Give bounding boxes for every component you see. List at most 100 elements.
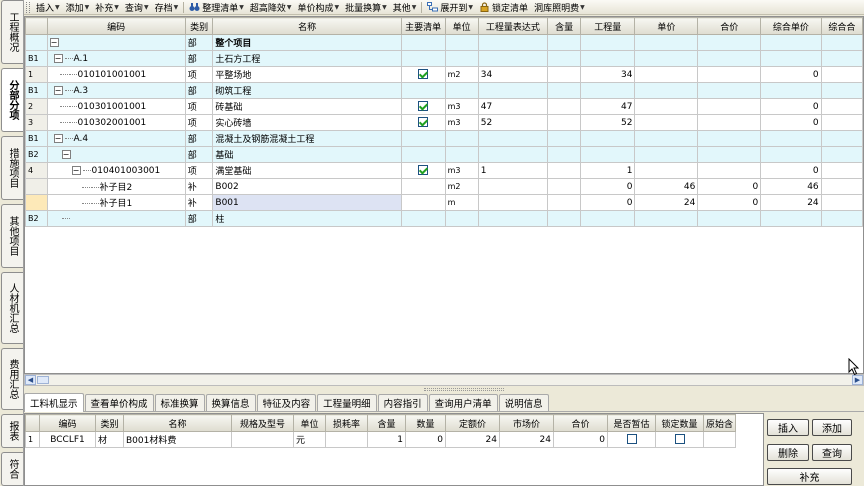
cell-name[interactable]: 混凝土及钢筋混凝土工程 [212, 130, 402, 147]
cell-qty[interactable]: 1 [580, 162, 636, 179]
column-header[interactable]: 类别 [95, 414, 124, 432]
cell-total[interactable] [697, 146, 762, 163]
table-row[interactable]: − 部 整个项目 [25, 34, 863, 51]
cell-cat[interactable]: 项 [184, 98, 214, 115]
bottom-tab-3[interactable]: 换算信息 [205, 394, 256, 411]
toolbar-button-8[interactable]: 批量换算 ▼ [342, 1, 390, 14]
cell-rn[interactable]: 3 [25, 114, 48, 131]
cell-cat[interactable]: 部 [184, 210, 214, 227]
cell-price[interactable] [634, 146, 699, 163]
cell-total[interactable] [697, 210, 762, 227]
bottom-tab-8[interactable]: 说明信息 [498, 394, 549, 411]
cell-cprice[interactable]: 46 [760, 178, 822, 195]
lock-quantity-checkbox[interactable] [674, 434, 685, 445]
cell-ctotal[interactable] [820, 162, 863, 179]
cell-code[interactable]: 010101001001 [46, 66, 186, 83]
cell-cat[interactable]: 项 [184, 66, 214, 83]
insert-button[interactable]: 插入 [767, 419, 809, 436]
cell-main[interactable] [400, 50, 446, 67]
cell-cat[interactable]: 补 [184, 178, 214, 195]
main-item-checkbox[interactable] [418, 165, 429, 176]
table-row[interactable]: B1− A.1 部土石方工程 [25, 50, 863, 67]
scroll-right-arrow-icon[interactable]: ▶ [852, 375, 863, 385]
cell-ctotal[interactable] [820, 50, 863, 67]
scroll-thumb[interactable] [37, 376, 49, 384]
cell-code[interactable]: 补子目2 [46, 178, 186, 195]
cell-price[interactable] [634, 66, 699, 83]
table-row[interactable]: 1 010101001001 项 平整场地 m2 34 34 0 [25, 66, 863, 83]
column-header[interactable]: 工程量表达式 [477, 17, 548, 35]
collapse-toggle-icon[interactable]: − [61, 149, 71, 159]
cell-price[interactable] [634, 210, 699, 227]
cell-price[interactable]: 46 [634, 178, 699, 195]
cell-ctotal[interactable] [820, 114, 863, 131]
table-row[interactable]: 补子目1 补 B001 m 0 24 0 24 [25, 194, 863, 211]
collapse-toggle-icon[interactable]: − [53, 133, 63, 143]
bottom-tab-7[interactable]: 查询用户清单 [428, 394, 498, 411]
column-header[interactable]: 编码 [39, 414, 96, 432]
bottom-tab-6[interactable]: 内容指引 [377, 394, 428, 411]
cell-main[interactable] [400, 210, 446, 227]
cell-unit[interactable] [444, 146, 479, 163]
cell-price[interactable] [634, 82, 699, 99]
cell-cat[interactable]: 部 [184, 130, 214, 147]
cell-cprice[interactable]: 0 [760, 114, 822, 131]
cell-content[interactable] [546, 178, 582, 195]
cell-ctotal[interactable] [820, 146, 863, 163]
cell-price[interactable] [634, 98, 699, 115]
cell-qty[interactable]: 47 [580, 98, 636, 115]
main-item-checkbox[interactable] [418, 117, 429, 128]
cell-total[interactable] [697, 66, 762, 83]
column-header[interactable]: 单价 [634, 17, 699, 35]
cell-ctotal[interactable] [820, 66, 863, 83]
cell-loss[interactable] [325, 431, 368, 448]
cell-main[interactable] [400, 130, 446, 147]
cell-name[interactable]: 柱 [212, 210, 402, 227]
cell-qty[interactable] [580, 50, 636, 67]
toolbar-button-5[interactable]: 整理清单 ▼ [186, 1, 247, 14]
cell-qty[interactable] [580, 130, 636, 147]
cell-unit[interactable] [444, 34, 479, 51]
pane-splitter[interactable] [24, 387, 864, 392]
cell-expr[interactable] [477, 178, 548, 195]
cell-cat[interactable]: 项 [184, 114, 214, 131]
column-header[interactable]: 锁定数量 [655, 414, 704, 432]
cell-code[interactable]: − A.4 [46, 130, 186, 147]
cell-qty[interactable]: 0 [580, 178, 636, 195]
cell-lock[interactable] [655, 431, 704, 448]
cell-expr[interactable]: 47 [477, 98, 548, 115]
cell-content[interactable] [546, 210, 582, 227]
cell-total[interactable]: 0 [553, 431, 608, 448]
cell-est[interactable] [607, 431, 656, 448]
table-row[interactable]: 1 BCCLF1 材 B001材料费 元 1 0 24 24 0 [25, 431, 737, 448]
side-tab-4[interactable]: 人材机汇总 [1, 272, 23, 344]
cell-code[interactable]: − A.1 [46, 50, 186, 67]
cell-total[interactable]: 0 [697, 178, 762, 195]
cell-total[interactable] [697, 82, 762, 99]
side-tab-3[interactable]: 其他项目 [1, 204, 23, 268]
cell-amount[interactable]: 0 [405, 431, 446, 448]
add-button[interactable]: 添加 [812, 419, 852, 436]
cell-name[interactable]: 砖基础 [212, 98, 402, 115]
cell-rn[interactable]: B1 [25, 82, 48, 99]
cell-total[interactable] [697, 34, 762, 51]
toolbar-grip[interactable] [26, 1, 30, 13]
cell-cprice[interactable] [760, 82, 822, 99]
cell-main[interactable] [400, 66, 446, 83]
table-row[interactable]: B1− A.3 部砌筑工程 [25, 82, 863, 99]
cell-content[interactable] [546, 82, 582, 99]
cell-expr[interactable] [477, 130, 548, 147]
cell-ctotal[interactable] [820, 130, 863, 147]
cell-unit[interactable]: m3 [444, 162, 479, 179]
cell-main[interactable] [400, 146, 446, 163]
cell-main[interactable] [400, 98, 446, 115]
cell-cat[interactable]: 部 [184, 50, 214, 67]
toolbar-button-7[interactable]: 单价构成 ▼ [294, 1, 342, 14]
cell-qty[interactable] [580, 34, 636, 51]
cell-ctotal[interactable] [820, 34, 863, 51]
cell-cprice[interactable]: 0 [760, 162, 822, 179]
toolbar-button-0[interactable]: 插入 ▼ [33, 1, 63, 14]
cell-price[interactable] [634, 130, 699, 147]
cell-cat[interactable]: 部 [184, 146, 214, 163]
cell-price[interactable] [634, 114, 699, 131]
